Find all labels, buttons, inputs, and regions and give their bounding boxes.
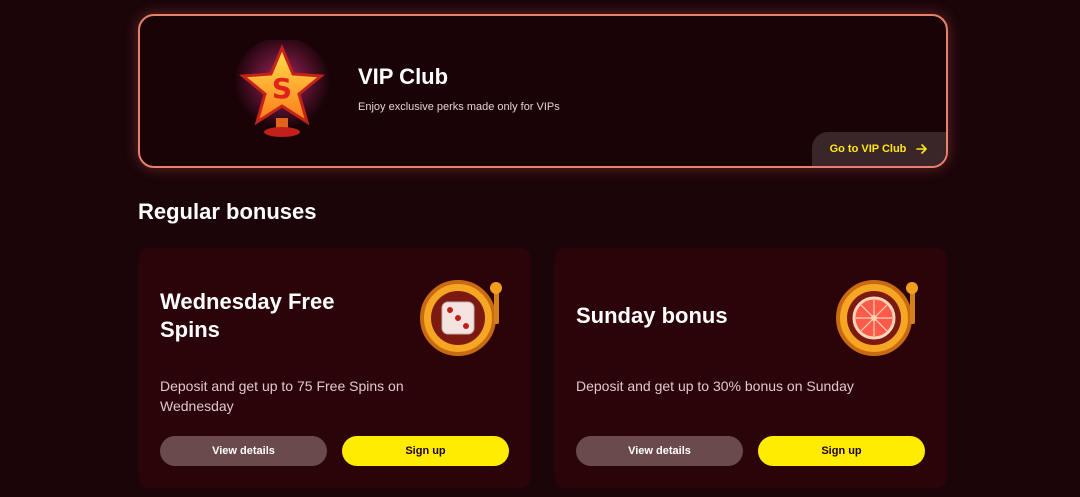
vip-subtitle: Enjoy exclusive perks made only for VIPs bbox=[358, 101, 560, 113]
svg-text:S: S bbox=[272, 72, 292, 105]
bonus-card-wednesday: Wednesday Free Spins Deposit and get up … bbox=[138, 248, 531, 488]
bonus-title: Sunday bonus bbox=[576, 303, 728, 328]
bonus-card-sunday: Sunday bonus Deposit and get up to 30% b… bbox=[554, 248, 947, 488]
go-to-vip-button[interactable]: Go to VIP Club bbox=[812, 132, 946, 166]
sign-up-button[interactable]: Sign up bbox=[758, 436, 925, 466]
bonus-description: Deposit and get up to 75 Free Spins on W… bbox=[160, 378, 404, 414]
view-details-button[interactable]: View details bbox=[160, 436, 327, 466]
vip-title: VIP Club bbox=[358, 64, 449, 89]
star-trophy-icon: S bbox=[232, 37, 332, 140]
section-title: Regular bonuses bbox=[138, 199, 317, 224]
arrow-right-icon bbox=[916, 144, 928, 154]
vip-club-card: S VIP Club Enjoy exclusive perks made on… bbox=[138, 14, 948, 168]
bonus-description: Deposit and get up to 30% bonus on Sunda… bbox=[576, 378, 854, 394]
sign-up-button[interactable]: Sign up bbox=[342, 436, 509, 466]
go-to-vip-label: Go to VIP Club bbox=[829, 143, 907, 155]
view-details-button[interactable]: View details bbox=[576, 436, 743, 466]
dice-slot-icon bbox=[420, 276, 510, 356]
grapefruit-slot-icon bbox=[836, 276, 926, 356]
bonus-title: Wednesday Free Spins bbox=[160, 289, 335, 342]
